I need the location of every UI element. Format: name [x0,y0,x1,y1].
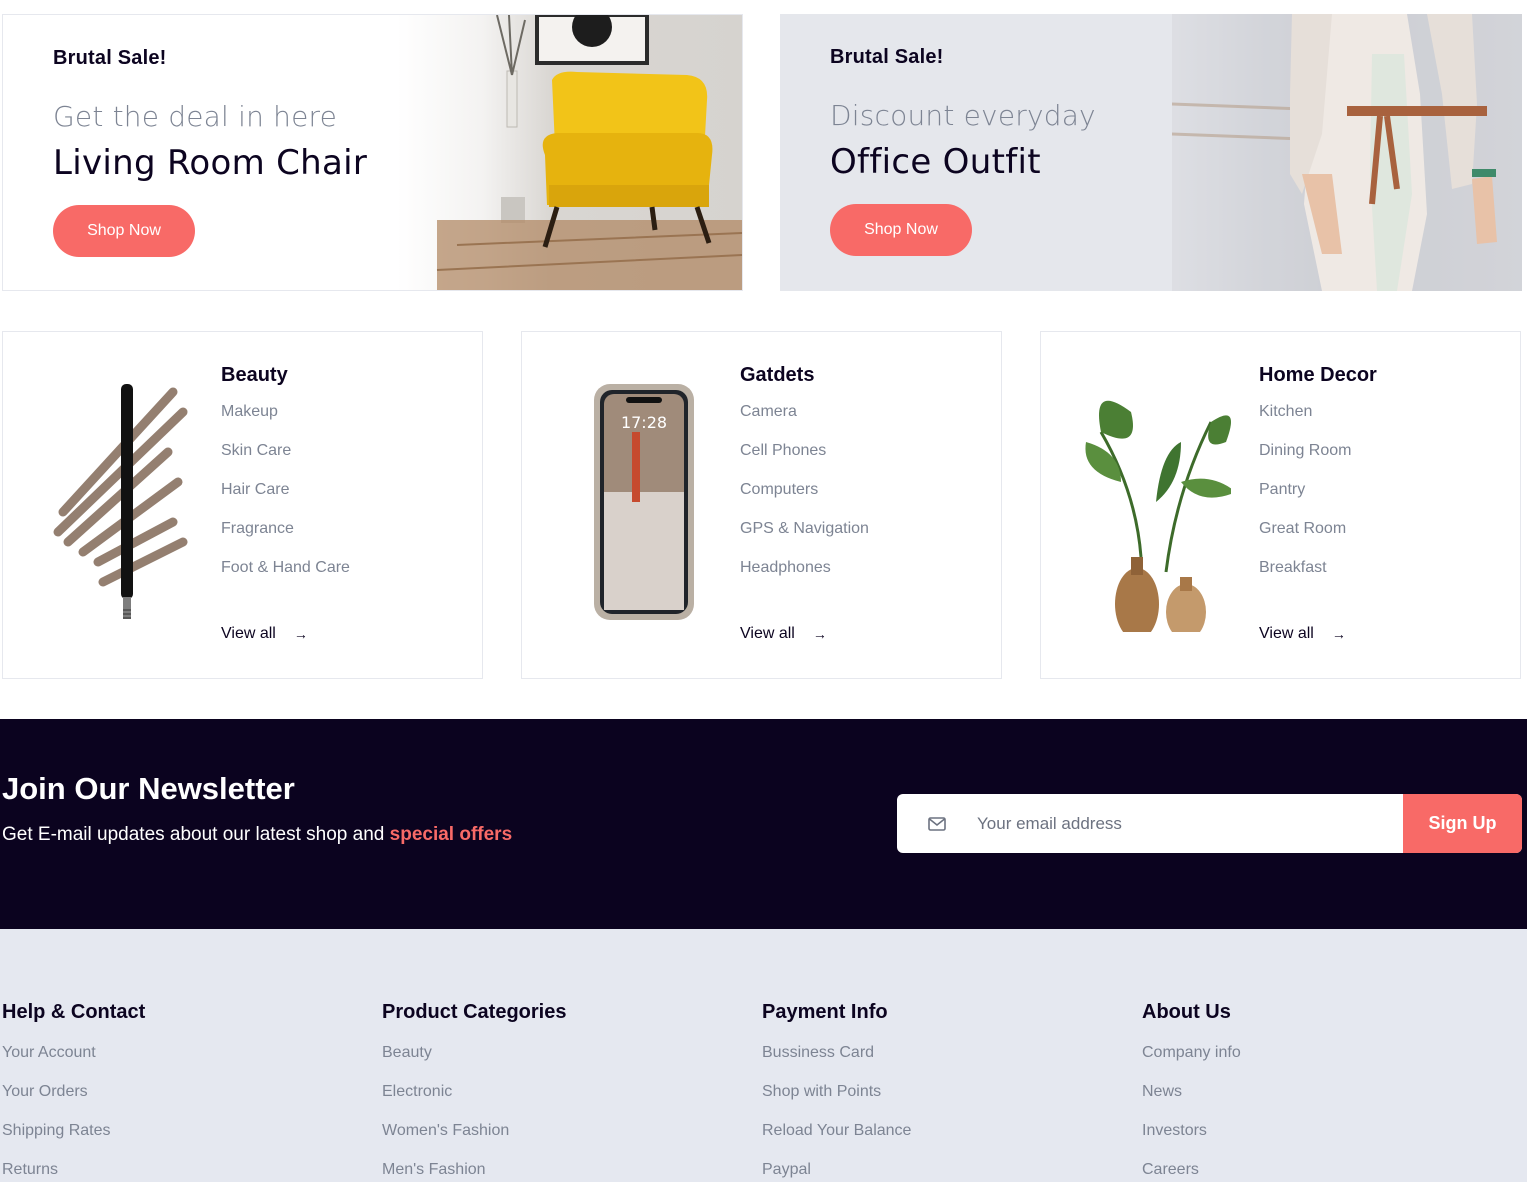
promo-subtitle: Discount everyday [830,99,1096,132]
category-link-foot-hand-care[interactable]: Foot & Hand Care [221,557,350,596]
mail-icon [897,794,977,853]
promo-kicker: Brutal Sale! [830,46,944,68]
category-link-breakfast[interactable]: Breakfast [1259,557,1377,596]
promo-title: Office Outfit [830,142,1041,182]
view-all-link[interactable]: View all → [740,625,827,643]
promo-banner-living-room: Brutal Sale! Get the deal in here Living… [2,14,743,291]
outfit-image [1171,14,1522,291]
category-card-home-decor: Home Decor Kitchen Dining Room Pantry Gr… [1040,331,1521,679]
category-link-kitchen[interactable]: Kitchen [1259,401,1377,440]
category-card-beauty: Beauty Makeup Skin Care Hair Care Fragra… [2,331,483,679]
footer-column-title: About Us [1142,1001,1231,1023]
newsletter-title: Join Our Newsletter [2,771,295,806]
category-link-great-room[interactable]: Great Room [1259,518,1377,557]
category-link-hair-care[interactable]: Hair Care [221,479,350,518]
chair-image [397,15,742,290]
category-card-gadgets: 17:28 Gatdets Camera Cell Phones Compute… [521,331,1002,679]
newsletter-form: Sign Up [897,794,1522,853]
category-link-makeup[interactable]: Makeup [221,401,350,440]
footer-link-reload-balance[interactable]: Reload Your Balance [762,1120,911,1159]
footer-column-product-categories: Product Categories Beauty Electronic Wom… [382,1001,566,1182]
footer-link-business-card[interactable]: Bussiness Card [762,1042,911,1081]
view-all-link[interactable]: View all → [221,625,308,643]
footer-link-paypal[interactable]: Paypal [762,1159,911,1182]
arrow-right-icon: → [1331,626,1346,642]
promo-title: Living Room Chair [53,143,368,183]
newsletter-subtitle: Get E-mail updates about our latest shop… [2,824,512,846]
footer-column-about-us: About Us Company info News Investors Car… [1142,1001,1241,1182]
newsletter-subtitle-text: Get E-mail updates about our latest shop… [2,824,385,845]
category-link-camera[interactable]: Camera [740,401,869,440]
category-link-computers[interactable]: Computers [740,479,869,518]
arrow-right-icon: → [812,626,827,642]
category-link-headphones[interactable]: Headphones [740,557,869,596]
view-all-label: View all [1259,625,1314,642]
smartphone-icon: 17:28 [562,372,712,632]
footer-link-shop-with-points[interactable]: Shop with Points [762,1081,911,1120]
footer-link-careers[interactable]: Careers [1142,1159,1241,1182]
footer-link-returns[interactable]: Returns [2,1159,145,1182]
potted-plant-icon [1081,372,1236,640]
newsletter-highlight: special offers [389,824,513,845]
view-all-label: View all [740,625,795,642]
category-link-gps-navigation[interactable]: GPS & Navigation [740,518,869,557]
view-all-label: View all [221,625,276,642]
category-link-dining-room[interactable]: Dining Room [1259,440,1377,479]
category-title: Beauty [221,364,288,386]
shop-now-button[interactable]: Shop Now [53,205,195,257]
footer-column-help-contact: Help & Contact Your Account Your Orders … [2,1001,145,1182]
footer-column-title: Help & Contact [2,1001,146,1023]
category-title: Home Decor [1259,364,1377,386]
footer-link-your-account[interactable]: Your Account [2,1042,145,1081]
footer-link-mens-fashion[interactable]: Men's Fashion [382,1159,566,1182]
sign-up-button[interactable]: Sign Up [1403,794,1522,853]
footer-link-company-info[interactable]: Company info [1142,1042,1241,1081]
category-title: Gatdets [740,364,815,386]
category-link-fragrance[interactable]: Fragrance [221,518,350,557]
newsletter-section: Join Our Newsletter Get E-mail updates a… [0,719,1527,929]
footer-column-payment-info: Payment Info Bussiness Card Shop with Po… [762,1001,911,1182]
promo-banner-office-outfit: Brutal Sale! Discount everyday Office Ou… [780,14,1522,291]
eyebrow-pencil-icon [43,372,193,632]
category-link-skin-care[interactable]: Skin Care [221,440,350,479]
email-input[interactable] [977,794,1403,853]
promo-kicker: Brutal Sale! [53,47,167,69]
footer-link-investors[interactable]: Investors [1142,1120,1241,1159]
category-link-cell-phones[interactable]: Cell Phones [740,440,869,479]
phone-clock: 17:28 [621,413,667,432]
arrow-right-icon: → [293,626,308,642]
footer-link-womens-fashion[interactable]: Women's Fashion [382,1120,566,1159]
footer-column-title: Product Categories [382,1001,567,1023]
view-all-link[interactable]: View all → [1259,625,1346,643]
footer-link-shipping-rates[interactable]: Shipping Rates [2,1120,145,1159]
footer-link-beauty[interactable]: Beauty [382,1042,566,1081]
footer-link-electronic[interactable]: Electronic [382,1081,566,1120]
category-link-pantry[interactable]: Pantry [1259,479,1377,518]
footer: Help & Contact Your Account Your Orders … [0,929,1527,1182]
footer-column-title: Payment Info [762,1001,888,1023]
footer-link-your-orders[interactable]: Your Orders [2,1081,145,1120]
footer-link-news[interactable]: News [1142,1081,1241,1120]
shop-now-button[interactable]: Shop Now [830,204,972,256]
promo-subtitle: Get the deal in here [53,100,338,133]
